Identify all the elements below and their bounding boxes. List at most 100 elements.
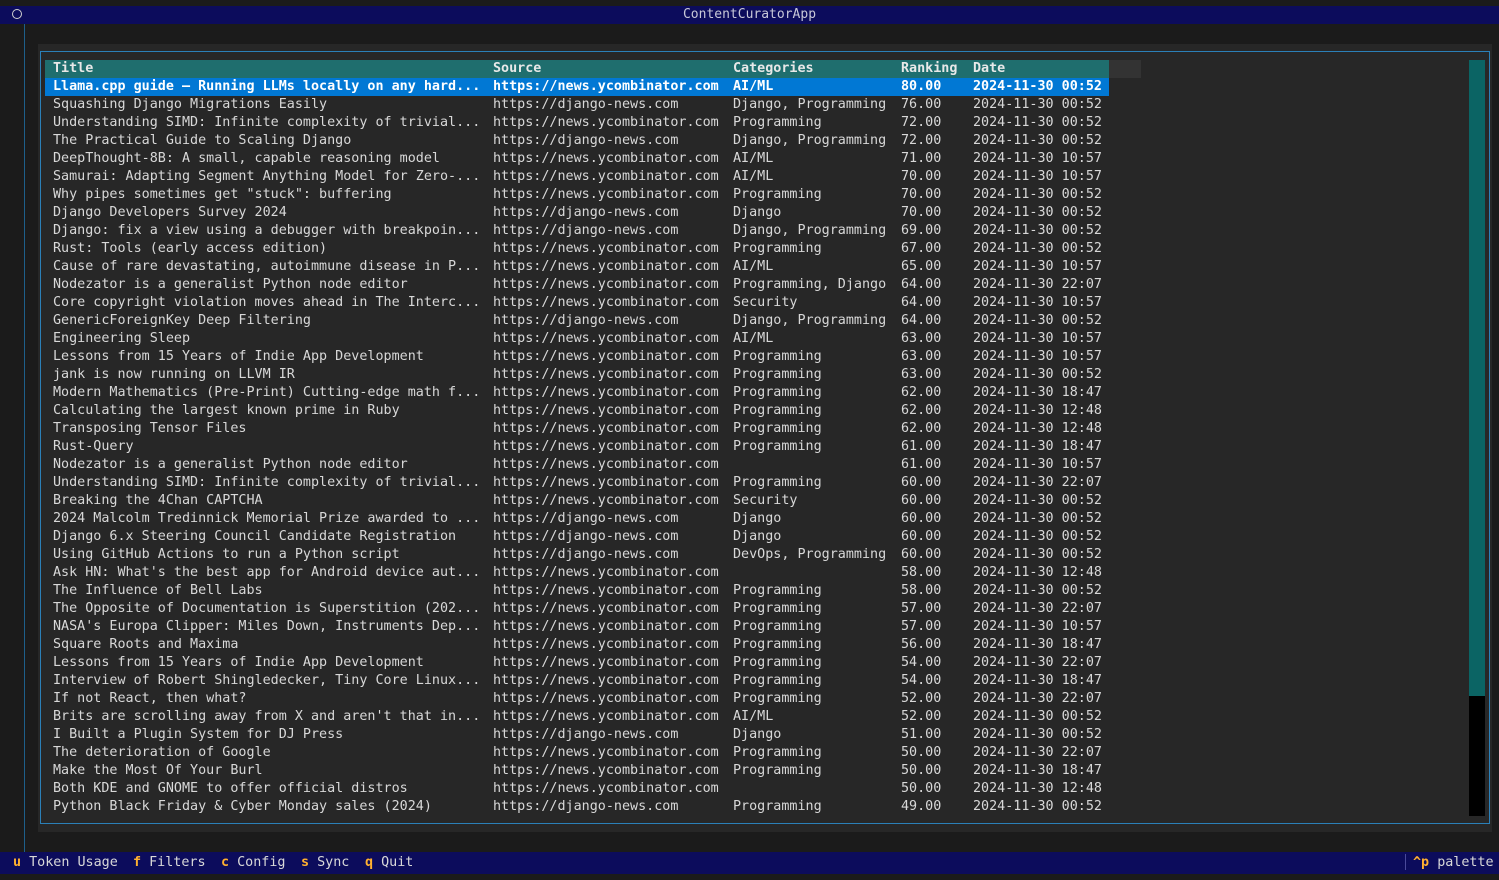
scrollbar-thumb[interactable] xyxy=(1469,60,1485,696)
table-row[interactable]: Django Developers Survey 2024 https://dja… xyxy=(45,204,1109,222)
table-row[interactable]: jank is now running on LLVM IR https://ne… xyxy=(45,366,1109,384)
cell-source: https://news.ycombinator.com xyxy=(493,691,719,706)
cell-ranking: 51.00 xyxy=(901,727,942,742)
table-row[interactable]: GenericForeignKey Deep Filtering https://… xyxy=(45,312,1109,330)
table-row[interactable]: Django: fix a view using a debugger with… xyxy=(45,222,1109,240)
column-header-title[interactable]: Title xyxy=(53,60,485,78)
table-row[interactable]: Understanding SIMD: Infinite complexity … xyxy=(45,474,1109,492)
cell-date: 2024-11-30 10:57 xyxy=(973,169,1102,184)
cell-source: https://news.ycombinator.com xyxy=(493,781,719,796)
table-row[interactable]: Ask HN: What's the best app for Android … xyxy=(45,564,1109,582)
column-header-date[interactable]: Date xyxy=(973,60,1109,78)
table-row[interactable]: Nodezator is a generalist Python node ed… xyxy=(45,276,1109,294)
cell-ranking: 62.00 xyxy=(901,421,942,436)
cell-ranking: 56.00 xyxy=(901,637,942,652)
cell-date: 2024-11-30 00:52 xyxy=(973,241,1102,256)
footer-palette[interactable]: ^p palette xyxy=(1413,854,1494,872)
vertical-scrollbar[interactable] xyxy=(1469,60,1485,816)
table-row[interactable]: If not React, then what? https://news.yco… xyxy=(45,690,1109,708)
cell-title: Rust: Tools (early access edition) xyxy=(53,241,328,256)
cell-date: 2024-11-30 18:47 xyxy=(973,637,1102,652)
table-row[interactable]: The Practical Guide to Scaling Django htt… xyxy=(45,132,1109,150)
cell-categories: AI/ML xyxy=(733,79,774,94)
table-row[interactable]: Both KDE and GNOME to offer official dis… xyxy=(45,780,1109,798)
footer-token-usage[interactable]: u Token Usage xyxy=(13,854,118,872)
cell-date: 2024-11-30 10:57 xyxy=(973,457,1102,472)
table-row[interactable]: Interview of Robert Shingledecker, Tiny … xyxy=(45,672,1109,690)
cell-ranking: 80.00 xyxy=(901,79,942,94)
cell-categories: Programming xyxy=(733,691,822,706)
cell-categories: Programming xyxy=(733,115,822,130)
table-row[interactable]: Rust-Query https://news.ycombinator.com Pr… xyxy=(45,438,1109,456)
column-header-ranking[interactable]: Ranking xyxy=(901,60,965,78)
table-row[interactable]: Calculating the largest known prime in R… xyxy=(45,402,1109,420)
table-row[interactable]: I Built a Plugin System for DJ Press http… xyxy=(45,726,1109,744)
left-rule xyxy=(24,24,25,852)
cell-title: Django: fix a view using a debugger with… xyxy=(53,223,481,238)
table-row[interactable]: Squashing Django Migrations Easily https:… xyxy=(45,96,1109,114)
cell-categories: Django, Programming xyxy=(733,223,887,238)
cell-categories: Django, Programming xyxy=(733,313,887,328)
table-row[interactable]: Lessons from 15 Years of Indie App Devel… xyxy=(45,348,1109,366)
table-row[interactable]: Understanding SIMD: Infinite complexity … xyxy=(45,114,1109,132)
footer-sync[interactable]: s Sync xyxy=(301,854,349,872)
table-row[interactable]: Samurai: Adapting Segment Anything Model… xyxy=(45,168,1109,186)
footer-filters[interactable]: f Filters xyxy=(133,854,206,872)
table-row[interactable]: Breaking the 4Chan CAPTCHA https://news.y… xyxy=(45,492,1109,510)
footer-label: Quit xyxy=(381,855,414,870)
table-row[interactable]: Transposing Tensor Files https://news.yco… xyxy=(45,420,1109,438)
cell-ranking: 61.00 xyxy=(901,439,942,454)
table-row[interactable]: Why pipes sometimes get "stuck": bufferi… xyxy=(45,186,1109,204)
cell-source: https://news.ycombinator.com xyxy=(493,259,719,274)
app-circle-icon[interactable] xyxy=(12,9,22,19)
table-row-selected[interactable]: Llama.cpp guide – Running LLMs locally o… xyxy=(45,78,1109,96)
table-row[interactable]: Django 6.x Steering Council Candidate Re… xyxy=(45,528,1109,546)
cell-date: 2024-11-30 22:07 xyxy=(973,475,1102,490)
cell-date: 2024-11-30 00:52 xyxy=(973,79,1102,94)
cell-categories: Django, Programming xyxy=(733,133,887,148)
cell-source: https://news.ycombinator.com xyxy=(493,403,719,418)
column-header-categories[interactable]: Categories xyxy=(733,60,893,78)
cell-ranking: 60.00 xyxy=(901,547,942,562)
cell-categories: Programming xyxy=(733,673,822,688)
table-row[interactable]: 2024 Malcolm Tredinnick Memorial Prize a… xyxy=(45,510,1109,528)
table-row[interactable]: The Opposite of Documentation is Superst… xyxy=(45,600,1109,618)
table-row[interactable]: Modern Mathematics (Pre-Print) Cutting-e… xyxy=(45,384,1109,402)
table-row[interactable]: The deterioration of Google https://news.… xyxy=(45,744,1109,762)
table-row[interactable]: Rust: Tools (early access edition) https:… xyxy=(45,240,1109,258)
footer-config[interactable]: c Config xyxy=(221,854,286,872)
cell-title: Django Developers Survey 2024 xyxy=(53,205,287,220)
footer-quit[interactable]: q Quit xyxy=(365,854,413,872)
cell-date: 2024-11-30 18:47 xyxy=(973,385,1102,400)
table-row[interactable]: NASA's Europa Clipper: Miles Down, Instr… xyxy=(45,618,1109,636)
table-row[interactable]: Engineering Sleep https://news.ycombinato… xyxy=(45,330,1109,348)
table-row[interactable]: Lessons from 15 Years of Indie App Devel… xyxy=(45,654,1109,672)
column-header-source[interactable]: Source xyxy=(493,60,725,78)
cell-date: 2024-11-30 22:07 xyxy=(973,691,1102,706)
table-row[interactable]: The Influence of Bell Labs https://news.y… xyxy=(45,582,1109,600)
table-row[interactable]: DeepThought-8B: A small, capable reasoni… xyxy=(45,150,1109,168)
table-row[interactable]: Python Black Friday & Cyber Monday sales… xyxy=(45,798,1109,816)
cell-date: 2024-11-30 10:57 xyxy=(973,619,1102,634)
cell-ranking: 60.00 xyxy=(901,475,942,490)
table-row[interactable]: Brits are scrolling away from X and aren… xyxy=(45,708,1109,726)
cell-title: Squashing Django Migrations Easily xyxy=(53,97,328,112)
cell-title: The Influence of Bell Labs xyxy=(53,583,263,598)
cell-source: https://django-news.com xyxy=(493,511,679,526)
cell-ranking: 69.00 xyxy=(901,223,942,238)
cell-categories: Programming xyxy=(733,799,822,814)
footer-label: Filters xyxy=(149,855,206,870)
footer-key: q xyxy=(365,855,374,870)
articles-table[interactable]: Title Source Categories Ranking Date Lla… xyxy=(45,60,1109,816)
cell-title: I Built a Plugin System for DJ Press xyxy=(53,727,344,742)
table-row[interactable]: Make the Most Of Your Burl https://news.y… xyxy=(45,762,1109,780)
cell-ranking: 60.00 xyxy=(901,493,942,508)
cell-ranking: 57.00 xyxy=(901,601,942,616)
table-row[interactable]: Core copyright violation moves ahead in … xyxy=(45,294,1109,312)
table-row[interactable]: Using GitHub Actions to run a Python scr… xyxy=(45,546,1109,564)
table-row[interactable]: Cause of rare devastating, autoimmune di… xyxy=(45,258,1109,276)
table-row[interactable]: Nodezator is a generalist Python node ed… xyxy=(45,456,1109,474)
cell-date: 2024-11-30 10:57 xyxy=(973,331,1102,346)
table-row[interactable]: Square Roots and Maxima https://news.ycom… xyxy=(45,636,1109,654)
cell-title: Calculating the largest known prime in R… xyxy=(53,403,400,418)
